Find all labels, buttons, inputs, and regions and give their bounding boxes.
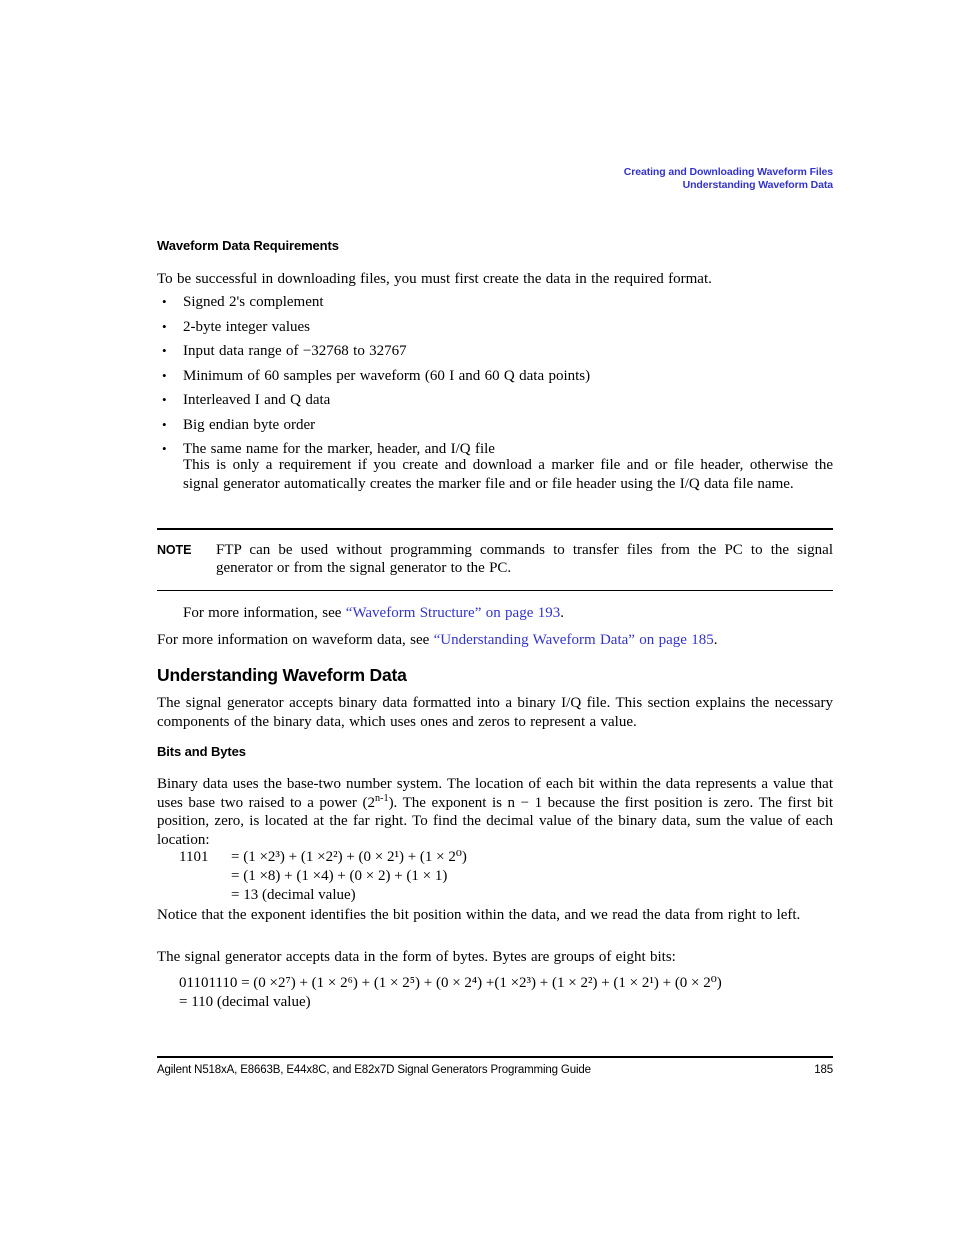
waveform-data-requirements-section: Waveform Data Requirements (157, 238, 833, 254)
equation-1-rhs-2: = (1 ×8) + (1 ×4) + (0 × 2) + (1 × 1) (231, 868, 448, 884)
list-item-label: 2-byte integer values (183, 318, 310, 335)
equation-1-rhs-1: = (1 ×2³) + (1 ×2²) + (0 × 2¹) + (1 × 2⁰… (231, 849, 467, 865)
xref-2-suffix: . (713, 632, 718, 648)
equation-1-line-1: 1101 = (1 ×2³) + (1 ×2²) + (0 × 2¹) + (1 … (179, 848, 833, 867)
heading-understanding-waveform-data: Understanding Waveform Data (157, 665, 407, 685)
running-header-line-2: Understanding Waveform Data (682, 178, 833, 191)
intro-paragraph-wrap: To be successful in downloading files, y… (157, 270, 833, 289)
xref-1-suffix: . (560, 605, 564, 621)
bits-paragraph-2-wrap: Notice that the exponent identifies the … (157, 906, 833, 925)
bits-paragraph-3-wrap: The signal generator accepts data in the… (157, 948, 833, 967)
note-label: NOTE (157, 542, 192, 557)
equation-1-wrap: 1101 = (1 ×2³) + (1 ×2²) + (0 × 2¹) + (1 … (157, 848, 833, 905)
equation-1: 1101 = (1 ×2³) + (1 ×2²) + (0 × 2¹) + (1 … (179, 848, 833, 905)
heading-bits-and-bytes: Bits and Bytes (157, 744, 246, 759)
bits-paragraph-1-wrap: Binary data uses the base-two number sys… (157, 775, 833, 849)
note-text: FTP can be used without programming comm… (216, 541, 833, 577)
list-item: • 2-byte integer values (157, 318, 833, 336)
equation-1-lhs: 1101 (179, 849, 209, 865)
understanding-paragraph: The signal generator accepts binary data… (157, 695, 833, 730)
footer-document-title: Agilent N518xA, E8663B, E44x8C, and E82x… (157, 1064, 591, 1077)
list-item-label: Input data range of −32768 to 32767 (183, 343, 407, 359)
equation-1-line-2: = (1 ×8) + (1 ×4) + (0 × 2) + (1 × 1) (179, 867, 833, 886)
list-item: • Interleaved I and Q data (157, 391, 833, 409)
list-item-label: The same name for the marker, header, an… (183, 441, 495, 457)
running-header: Creating and Downloading Waveform Files … (157, 166, 833, 191)
list-item-label: Interleaved I and Q data (183, 392, 331, 408)
heading-waveform-data-requirements: Waveform Data Requirements (157, 238, 339, 253)
running-header-line-1: Creating and Downloading Waveform Files (623, 166, 833, 178)
list-item: • Signed 2's complement (157, 293, 833, 311)
equation-1-line-3: = 13 (decimal value) (179, 886, 833, 905)
bullet-icon: • (162, 367, 167, 383)
bullet-icon: • (162, 416, 167, 432)
note-bottom-rule (157, 589, 833, 592)
bullet-icon: • (162, 343, 167, 358)
equation-1-rhs-3: = 13 (decimal value) (231, 887, 356, 903)
list-item: • Minimum of 60 samples per waveform (60… (157, 367, 833, 385)
list-item: • Big endian byte order (157, 416, 833, 434)
bits-and-bytes-section: Bits and Bytes (157, 744, 833, 760)
requirements-list-wrap: • Signed 2's complement • 2-byte integer… (157, 293, 833, 465)
note-body: NOTE FTP can be used without programming… (157, 530, 833, 590)
understanding-waveform-data-section: Understanding Waveform Data (157, 665, 833, 685)
xref-1-link[interactable]: “Waveform Structure” on page 193 (346, 605, 560, 621)
xref-2-link[interactable]: “Understanding Waveform Data” on page 18… (434, 632, 714, 648)
xref-2-wrap: For more information on waveform data, s… (157, 631, 833, 650)
list-item-label: Minimum of 60 samples per waveform (60 I… (183, 367, 591, 384)
bullet-icon: • (162, 294, 167, 309)
bullet-icon: • (162, 392, 167, 407)
bits-paragraph-3: The signal generator accepts data in the… (157, 949, 676, 965)
understanding-paragraph-wrap: The signal generator accepts binary data… (157, 694, 833, 731)
bits-paragraph-2: Notice that the exponent identifies the … (157, 907, 801, 923)
footer-page-number: 185 (814, 1064, 833, 1077)
document-page: Creating and Downloading Waveform Files … (0, 0, 954, 1235)
list-item-label: Signed 2's complement (183, 294, 324, 310)
xref-2-prefix: For more information on waveform data, s… (157, 632, 434, 648)
equation-2-wrap: 01101110 = (0 ×2⁷) + (1 × 2⁶) + (1 × 2⁵)… (157, 974, 833, 1012)
intro-paragraph: To be successful in downloading files, y… (157, 271, 712, 287)
xref-2-paragraph: For more information on waveform data, s… (157, 631, 833, 650)
xref-1-wrap: For more information, see “Waveform Stru… (157, 604, 833, 623)
equation-2: 01101110 = (0 ×2⁷) + (1 × 2⁶) + (1 × 2⁵)… (179, 974, 833, 1012)
equation-2-line-2: = 110 (decimal value) (179, 994, 311, 1010)
bullet-note-text: This is only a requirement if you create… (183, 457, 833, 492)
requirements-bullet-list: • Signed 2's complement • 2-byte integer… (157, 293, 833, 458)
bits-paragraph-1-exponent: n-1 (374, 792, 389, 804)
note-admonition: NOTE FTP can be used without programming… (157, 528, 833, 592)
page-footer: Agilent N518xA, E8663B, E44x8C, and E82x… (157, 1056, 833, 1076)
list-item-label: Big endian byte order (183, 416, 316, 433)
bullet-note-wrap: This is only a requirement if you create… (157, 456, 833, 493)
xref-1-paragraph: For more information, see “Waveform Stru… (183, 604, 833, 623)
xref-1-prefix: For more information, see (183, 605, 346, 621)
footer-row: Agilent N518xA, E8663B, E44x8C, and E82x… (157, 1058, 833, 1076)
list-item: • Input data range of −32768 to 32767 (157, 342, 833, 360)
equation-2-line-1: 01101110 = (0 ×2⁷) + (1 × 2⁶) + (1 × 2⁵)… (179, 975, 722, 991)
bullet-icon: • (162, 318, 167, 334)
bits-paragraph-1: Binary data uses the base-two number sys… (157, 775, 833, 849)
